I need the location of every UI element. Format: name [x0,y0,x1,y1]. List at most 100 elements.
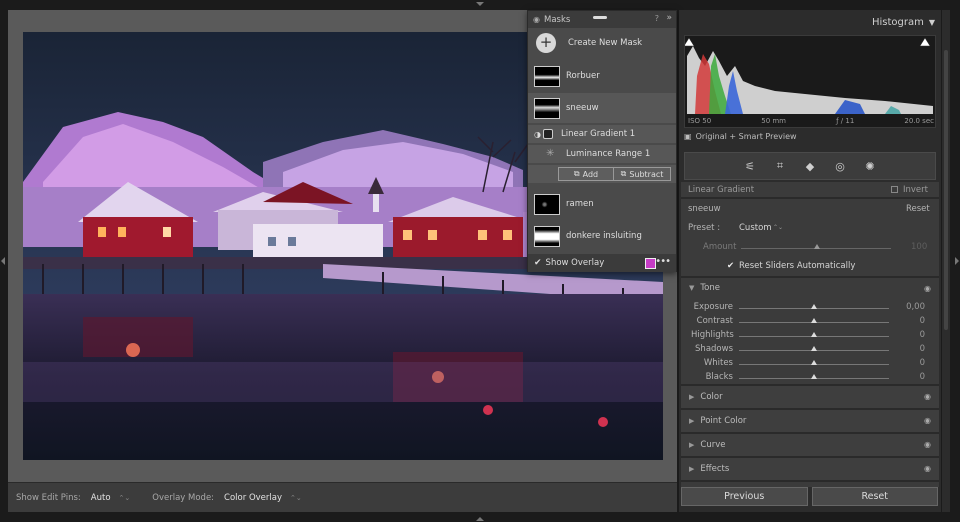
reset-sliders-label: Reset Sliders Automatically [739,261,856,271]
collapsed-triangle-icon: ▶ [689,393,695,401]
subtract-button[interactable]: ⧉ Subtract [613,167,671,181]
linear-gradient-label: Linear Gradient [688,185,755,195]
masks-panel: ◉ Masks ? » + Create New Mask Rorbuer sn… [527,10,677,272]
slider-knob[interactable] [811,346,817,351]
slider-label: Blacks [705,372,733,382]
divider [681,197,939,199]
mask-item-donkere-insluiting[interactable]: donkere insluiting [528,223,676,249]
eye-icon[interactable]: ◉ [924,392,931,401]
slider-knob[interactable] [811,304,817,309]
add-icon: ⧉ [573,169,580,178]
slider-label: Exposure [693,302,733,312]
red-eye-icon[interactable]: ◎ [833,160,847,173]
mask-component-linear-gradient[interactable]: ◑ Linear Gradient 1 [528,125,676,143]
previous-button[interactable]: Previous [681,487,808,506]
collapsed-triangle-icon: ▶ [689,465,695,473]
reset-button[interactable]: Reset [811,487,938,506]
iso-value: ISO 50 [688,117,712,125]
slider-knob[interactable] [811,360,817,365]
mask-item-sneeuw[interactable]: sneeuw [528,93,676,123]
mask-reset-button[interactable]: Reset [906,204,930,214]
linear-gradient-icon [542,129,553,139]
overlay-mode-select[interactable]: Color Overlay [224,493,282,503]
slider-value[interactable]: 0 [891,330,925,340]
slider-value[interactable]: 0 [891,372,925,382]
right-panel-scrollbar[interactable] [942,10,950,512]
left-panel-toggle[interactable] [1,257,5,265]
add-label: Add [582,169,599,179]
slider-label: Shadows [695,344,733,354]
focal-length-value: 50 mm [761,117,787,125]
overlay-mode-stepper-icon[interactable]: ⌃⌄ [290,494,302,502]
collapse-triangle-icon[interactable]: ▼ [929,18,935,27]
histogram-header[interactable]: Histogram ▼ [679,10,941,34]
histogram[interactable]: ISO 50 50 mm ƒ / 11 20.0 sec [684,35,936,128]
crop-icon[interactable]: ⌗ [773,159,787,173]
invert-label: Invert [903,185,928,195]
section-header-point-color[interactable]: ▶ Point Color ◉ [681,410,939,432]
slider-knob[interactable] [811,332,817,337]
masks-panel-header[interactable]: ◉ Masks ? » [528,11,676,28]
mask-item-ramen[interactable]: ramen [528,191,676,217]
help-icon[interactable]: ? [655,14,659,23]
expanded-triangle-icon: ▼ [689,284,695,292]
amount-slider-knob[interactable] [814,244,820,249]
mask-item-label: ramen [566,199,594,209]
edit-sliders-icon[interactable]: ⚟ [743,160,757,173]
drag-handle[interactable] [593,16,607,19]
eye-icon[interactable]: ◉ [533,15,540,24]
show-edit-pins-select[interactable]: Auto [91,493,111,503]
slider-label: Whites [703,358,733,368]
smart-preview-icon: ▣ [684,132,692,141]
section-header-effects[interactable]: ▶ Effects ◉ [681,458,939,480]
slider-value[interactable]: 0 [891,344,925,354]
top-panel-toggle[interactable] [476,2,484,6]
scrollbar-thumb[interactable] [944,50,948,330]
bottom-panel-toggle[interactable] [476,517,484,521]
more-options-icon[interactable]: ••• [655,256,671,267]
component-toggle-icon[interactable]: ◑ [534,130,541,139]
slider-knob[interactable] [811,374,817,379]
plus-icon: + [536,33,556,53]
healing-eraser-icon[interactable]: ◆ [803,160,817,173]
section-label: Curve [700,440,726,450]
slider-value[interactable]: 0,00 [891,302,925,312]
mask-thumbnail [534,225,560,247]
mask-thumbnail [534,97,560,119]
section-header-color[interactable]: ▶ Color ◉ [681,386,939,408]
right-panel-toggle[interactable] [955,257,959,265]
reset-sliders-checkbox[interactable]: ✔ [727,261,734,271]
section-header-curve[interactable]: ▶ Curve ◉ [681,434,939,456]
slider-value[interactable]: 0 [891,316,925,326]
overlay-mode-label: Overlay Mode: [152,492,215,503]
collapse-icon[interactable]: » [666,13,672,23]
masks-title: Masks [543,14,571,25]
preset-stepper-icon[interactable]: ⌃⌄ [773,224,783,231]
luminance-range-icon: ✳ [546,148,555,159]
tone-section-header[interactable]: ▼ Tone ◉ [681,278,939,298]
eye-icon[interactable]: ◉ [924,464,931,473]
preset-select[interactable]: Custom [739,223,772,233]
mask-item-rorbuer[interactable]: Rorbuer [528,63,676,89]
eye-icon[interactable]: ◉ [924,416,931,425]
show-edit-pins-stepper-icon[interactable]: ⌃⌄ [119,494,131,502]
divider [681,480,939,482]
mask-component-label: Luminance Range 1 [566,149,651,159]
slider-knob[interactable] [811,318,817,323]
shutter-speed-value: 20.0 sec [904,117,934,125]
slider-value[interactable]: 0 [891,358,925,368]
aperture-value: ƒ / 11 [836,117,855,125]
eye-icon[interactable]: ◉ [924,284,931,293]
create-new-mask-button[interactable]: + Create New Mask [528,31,676,55]
eye-icon[interactable]: ◉ [924,440,931,449]
histogram-title: Histogram [871,16,924,28]
mask-item-label: Rorbuer [566,71,600,81]
camera-info: ISO 50 50 mm ƒ / 11 20.0 sec [688,117,934,125]
masking-icon[interactable]: ✺ [863,160,877,173]
mask-component-luminance-range[interactable]: ✳ Luminance Range 1 [528,145,676,163]
show-overlay-checkbox[interactable]: ✔ [534,258,542,268]
add-button[interactable]: ⧉ Add [558,167,614,181]
show-edit-pins-label: Show Edit Pins: [16,492,81,503]
invert-checkbox[interactable] [891,186,898,193]
canvas-bottom-toolbar: Show Edit Pins: Auto ⌃⌄ Overlay Mode: Co… [8,482,677,512]
